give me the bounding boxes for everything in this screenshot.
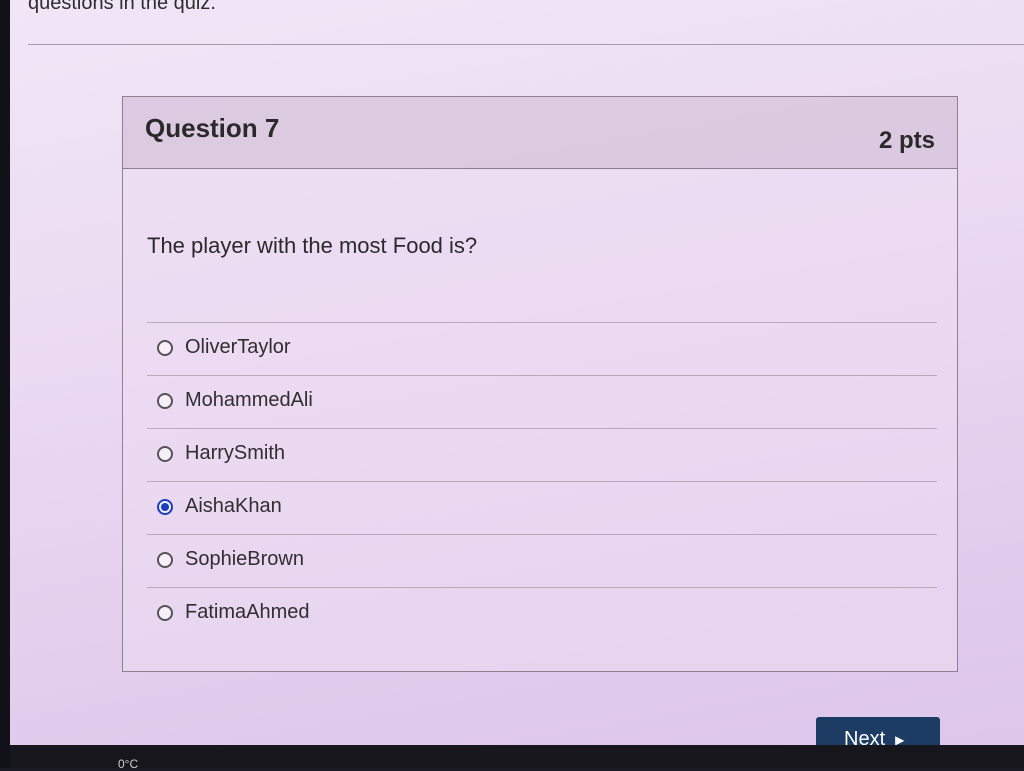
answer-label: AishaKhan — [185, 495, 282, 517]
answer-list: OliverTaylor MohammedAli HarrySmith Aish… — [147, 322, 937, 640]
taskbar: 0°C — [10, 745, 1024, 771]
radio-button[interactable] — [157, 340, 173, 356]
answer-label: SophieBrown — [185, 548, 304, 570]
radio-button[interactable] — [157, 446, 173, 462]
answer-label: OliverTaylor — [185, 336, 291, 358]
question-text: The player with the most Food is? — [147, 233, 478, 258]
divider — [28, 44, 1024, 45]
radio-button[interactable] — [157, 552, 173, 568]
question-title: Question 7 — [145, 113, 280, 143]
weather-temperature[interactable]: 0°C — [118, 757, 138, 771]
question-points: 2 pts — [878, 127, 935, 154]
answer-label: HarrySmith — [185, 442, 286, 464]
answer-option-6[interactable]: FatimaAhmed — [147, 587, 937, 640]
answer-label: MohammedAli — [185, 389, 313, 411]
instruction-text: questions in the quiz. — [28, 0, 216, 14]
question-card: Question 7 2 pts The player with the mos… — [122, 96, 958, 672]
radio-button-selected[interactable] — [157, 499, 173, 515]
answer-option-3[interactable]: HarrySmith — [147, 428, 937, 481]
answer-option-1[interactable]: OliverTaylor — [147, 322, 937, 375]
quiz-page: questions in the quiz. Question 7 2 pts … — [10, 0, 1024, 745]
radio-button[interactable] — [157, 393, 173, 409]
answer-option-4[interactable]: AishaKhan — [147, 481, 937, 534]
answer-option-5[interactable]: SophieBrown — [147, 534, 937, 587]
radio-button[interactable] — [157, 605, 173, 621]
question-header: Question 7 2 pts — [123, 97, 957, 169]
answer-option-2[interactable]: MohammedAli — [147, 375, 937, 428]
screen-bezel — [0, 0, 10, 768]
answer-label: FatimaAhmed — [185, 601, 310, 623]
